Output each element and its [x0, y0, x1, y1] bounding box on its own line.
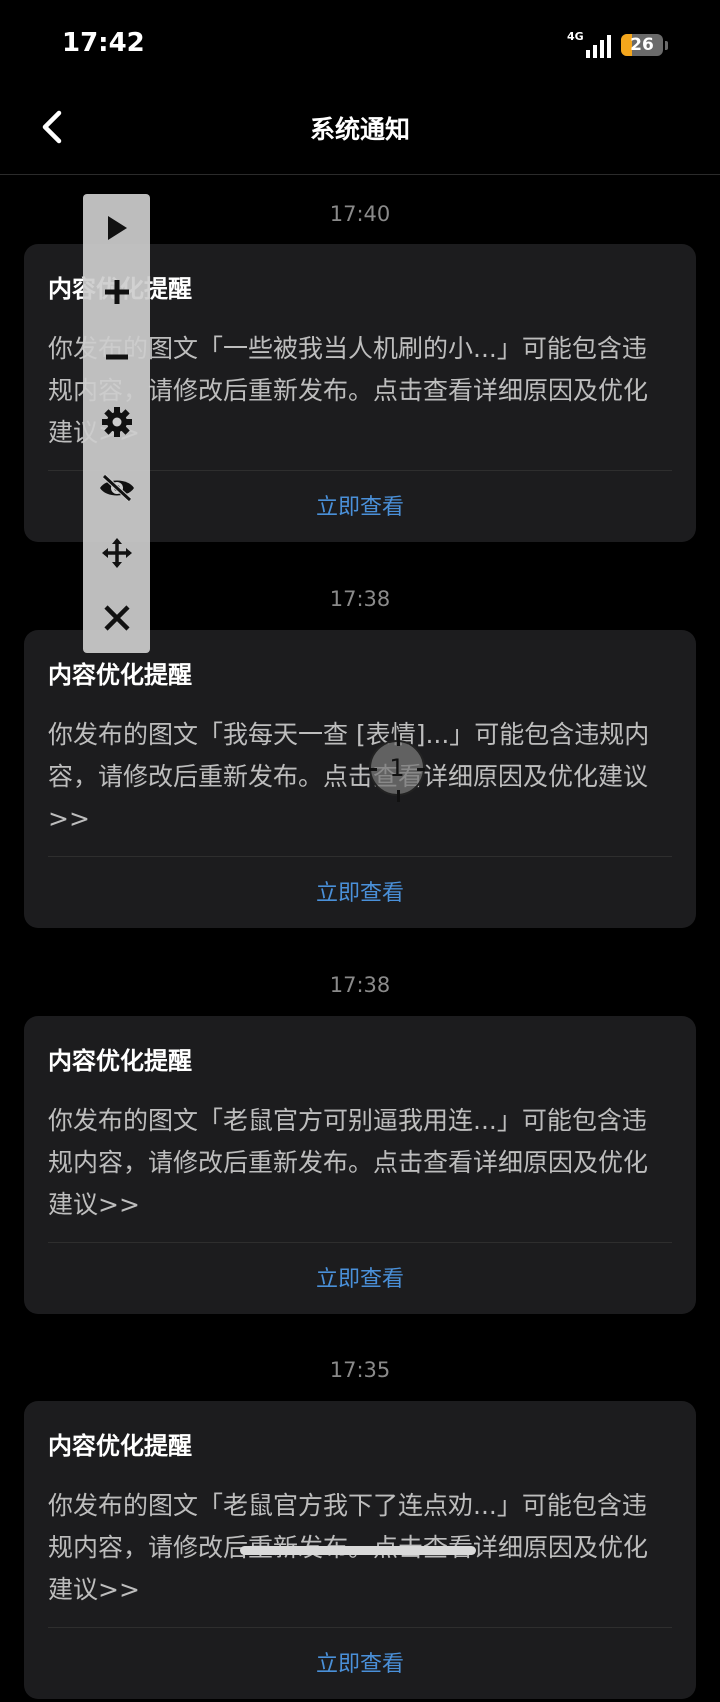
crosshair-bottom: [397, 790, 400, 802]
notification-body: 你发布的图文「我每天一查 [表情]...」可能包含违规内容，请修改后重新发布。点…: [48, 720, 650, 833]
gear-icon: [101, 407, 132, 437]
notification-card[interactable]: 内容优化提醒 你发布的图文「我每天一查 [表情]...」可能包含违规内容，请修改…: [24, 630, 696, 928]
play-button[interactable]: [83, 198, 150, 258]
view-now-link[interactable]: 立即查看: [48, 1628, 672, 1702]
remove-point-button[interactable]: [83, 327, 150, 387]
view-now-link[interactable]: 立即查看: [48, 857, 672, 931]
crosshair-top: [397, 734, 400, 746]
plus-icon: [104, 280, 129, 304]
battery-icon: 26: [621, 34, 663, 56]
network-type: 4G: [567, 30, 584, 43]
home-indicator[interactable]: [240, 1546, 476, 1555]
eye-off-icon: [99, 474, 134, 502]
battery-level: 26: [630, 35, 654, 55]
settings-button[interactable]: [83, 392, 150, 452]
close-button[interactable]: [83, 588, 150, 648]
notification-title: 内容优化提醒: [48, 1047, 192, 1075]
add-point-button[interactable]: [83, 262, 150, 322]
notification-card[interactable]: 内容优化提醒 你发布的图文「老鼠官方可别逼我用连...」可能包含违规内容，请修改…: [24, 1016, 696, 1314]
tap-target-marker[interactable]: 1: [369, 734, 425, 802]
notification-body: 你发布的图文「老鼠官方可别逼我用连...」可能包含违规内容，请修改后重新发布。点…: [48, 1106, 649, 1219]
move-icon: [101, 538, 132, 568]
view-now-link[interactable]: 立即查看: [48, 1243, 672, 1317]
tap-target-label: 1: [389, 754, 405, 782]
notification-title: 内容优化提醒: [48, 1432, 192, 1460]
floating-toolbar: [83, 194, 150, 653]
hide-button[interactable]: [83, 458, 150, 518]
play-icon: [107, 216, 127, 240]
crosshair-right: [417, 768, 425, 771]
status-bar: 17:42 4G 26: [0, 0, 720, 90]
cellular-signal-icon: 4G: [567, 30, 611, 60]
page-title: 系统通知: [309, 115, 410, 144]
status-indicators: 4G 26: [567, 30, 668, 60]
move-handle[interactable]: [83, 523, 150, 583]
minus-icon: [105, 354, 128, 360]
nav-header: 系统通知: [0, 90, 720, 175]
notification-title: 内容优化提醒: [48, 661, 192, 689]
notification-time: 17:35: [329, 1358, 391, 1382]
status-time: 17:42: [62, 28, 145, 58]
battery-cap: [665, 40, 668, 50]
close-icon: [103, 605, 130, 631]
notification-time: 17:38: [329, 973, 391, 997]
crosshair-left: [369, 768, 377, 771]
